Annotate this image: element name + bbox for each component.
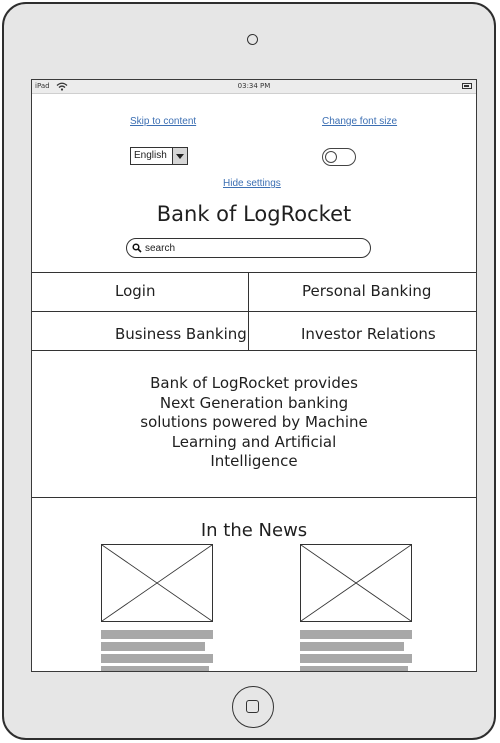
section-divider xyxy=(32,497,476,498)
text-placeholder-line xyxy=(101,630,213,639)
hero-line: Bank of LogRocket provides xyxy=(150,374,358,392)
screen: iPad 03:34 PM Skip to content Change fon… xyxy=(31,79,477,672)
nav-divider xyxy=(32,311,476,312)
text-placeholder-line xyxy=(300,666,408,671)
font-size-toggle[interactable] xyxy=(322,148,356,166)
hero-line: solutions powered by Machine xyxy=(140,413,368,431)
text-placeholder-line xyxy=(101,654,213,663)
nav-business-banking[interactable]: Business Banking xyxy=(115,325,247,343)
text-placeholder-line xyxy=(300,654,412,663)
nav-personal-banking[interactable]: Personal Banking xyxy=(302,282,431,300)
text-placeholder-line xyxy=(300,630,412,639)
main-nav: Login Personal Banking Business Banking … xyxy=(32,272,476,351)
language-select-value: English xyxy=(134,150,167,161)
text-placeholder-line xyxy=(300,642,404,651)
status-bar: iPad 03:34 PM xyxy=(32,80,476,94)
nav-login[interactable]: Login xyxy=(115,282,155,300)
battery-icon xyxy=(462,83,472,89)
nav-investor-relations[interactable]: Investor Relations xyxy=(301,325,436,343)
news-card[interactable] xyxy=(300,544,412,671)
tablet-frame: iPad 03:34 PM Skip to content Change fon… xyxy=(2,2,496,740)
site-title: Bank of LogRocket xyxy=(156,202,352,226)
news-card[interactable] xyxy=(101,544,213,671)
hero-line: Next Generation banking xyxy=(159,393,349,412)
text-placeholder-line xyxy=(101,666,209,671)
home-button[interactable] xyxy=(232,686,274,728)
language-dropdown-button[interactable] xyxy=(172,148,187,164)
chevron-down-icon xyxy=(176,154,184,159)
search-icon xyxy=(132,243,142,253)
hide-settings-link[interactable]: Hide settings xyxy=(223,178,281,189)
search-box[interactable] xyxy=(126,238,371,258)
hero-line: Intelligence xyxy=(210,452,298,470)
news-heading: In the News xyxy=(200,520,308,541)
search-input[interactable] xyxy=(145,241,360,255)
status-time: 03:34 PM xyxy=(237,82,271,90)
camera-icon xyxy=(247,34,258,45)
language-select[interactable]: English xyxy=(130,147,188,165)
home-button-icon xyxy=(246,700,259,713)
image-placeholder-icon xyxy=(300,544,412,622)
change-font-size-link[interactable]: Change font size xyxy=(322,116,397,127)
text-placeholder-line xyxy=(101,642,205,651)
skip-to-content-link[interactable]: Skip to content xyxy=(130,116,196,127)
toggle-knob xyxy=(325,150,337,163)
hero-line: Learning and Artificial xyxy=(171,432,337,451)
image-placeholder-icon xyxy=(101,544,213,622)
hero-text: Bank of LogRocket provides Next Generati… xyxy=(32,374,476,472)
